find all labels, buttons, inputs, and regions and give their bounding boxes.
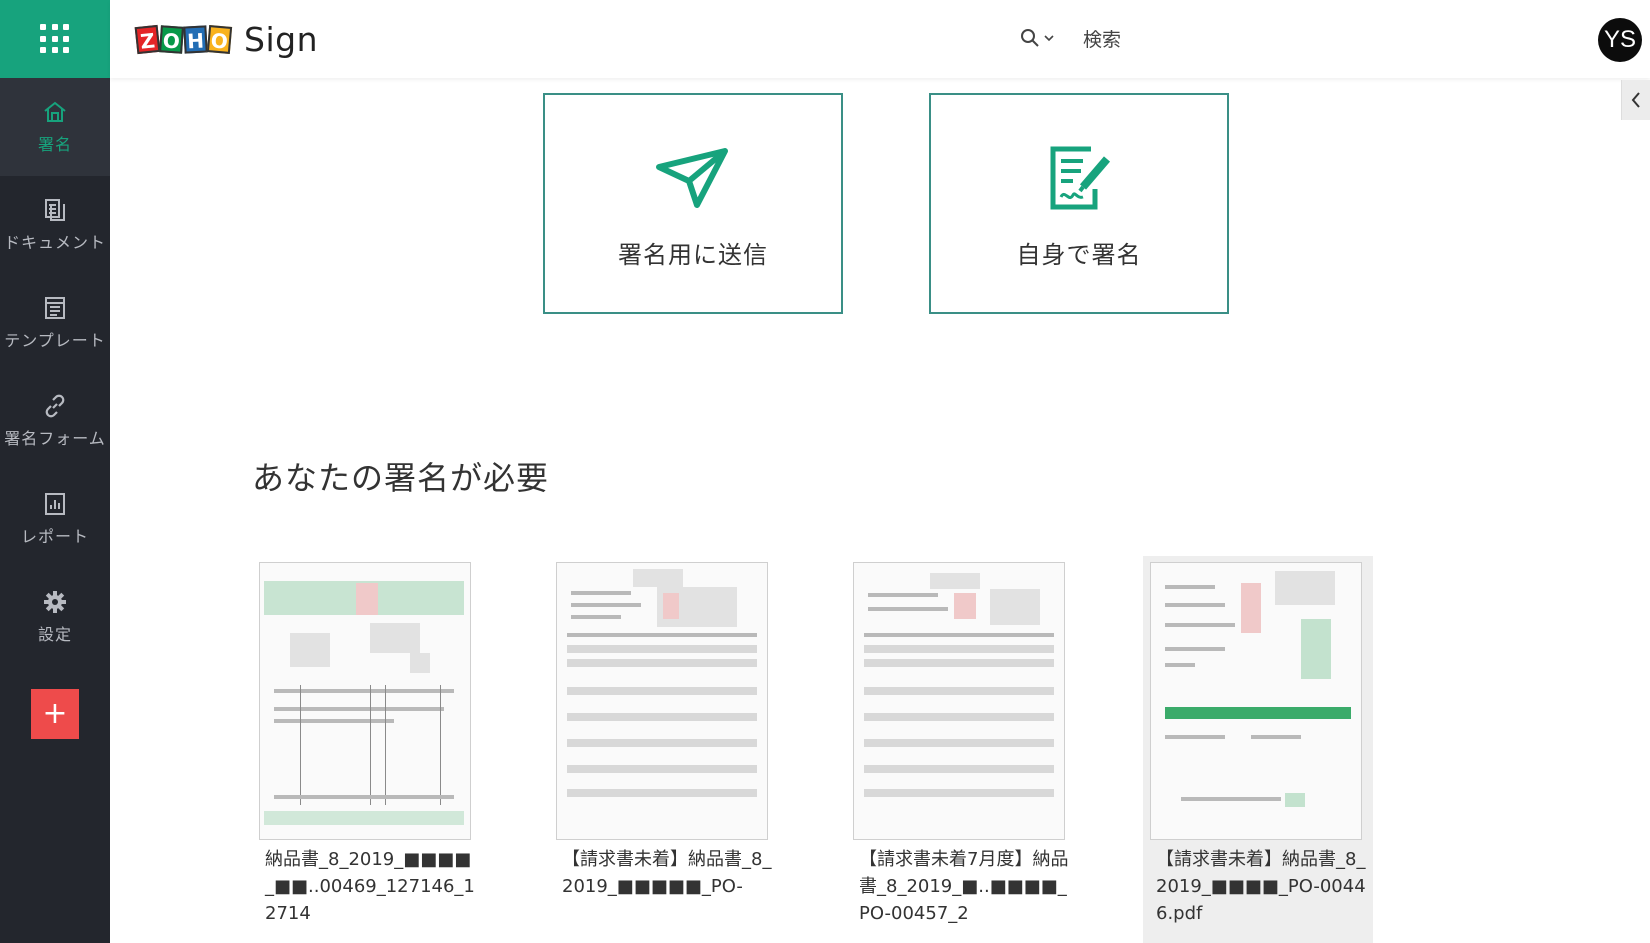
template-icon [45, 297, 65, 319]
sidebar-item-label: 署名 [37, 135, 72, 154]
apps-grid-icon [40, 24, 70, 54]
link-icon [45, 394, 65, 418]
search-input[interactable]: 検索 [1083, 25, 1121, 52]
document-name: 【請求書未着7月度】納品書_8_2019_■..■■■■_PO-00457_2 [859, 849, 1069, 924]
document-name: 【請求書未着】納品書_8_2019_■■■■■_PO- [562, 849, 772, 897]
document-thumbnail [259, 562, 471, 840]
top-header: Z O H O Sign 検索 YS [110, 0, 1650, 78]
app-name: Sign [244, 20, 318, 59]
section-title: あなたの署名が必要 [252, 459, 550, 497]
sidebar-item-documents[interactable]: ドキュメント [0, 176, 110, 274]
document-thumbnail [556, 562, 768, 840]
sidebar-item-label: レポート [20, 527, 89, 546]
send-for-signature-label: 署名用に送信 [618, 241, 768, 269]
chevron-left-icon [1631, 92, 1640, 108]
search-bar[interactable]: 検索 [1020, 22, 1121, 54]
home-icon [44, 101, 66, 122]
sidebar-item-reports[interactable]: レポート [0, 470, 110, 568]
send-for-signature-card[interactable]: 署名用に送信 [543, 93, 843, 314]
document-thumbnail [853, 562, 1065, 840]
sidebar-item-label: ドキュメント [3, 233, 106, 252]
search-icon[interactable] [1020, 28, 1040, 48]
gear-icon [44, 591, 66, 613]
documents-icon [45, 199, 65, 221]
paper-plane-icon [656, 148, 728, 208]
sidebar-item-sign[interactable]: 署名 [0, 78, 110, 176]
sidebar-item-sign-forms[interactable]: 署名フォーム [0, 372, 110, 470]
add-button[interactable]: + [31, 689, 79, 739]
document-name: 【請求書未着】納品書_8_2019_■■■■_PO-00446.pdf [1156, 849, 1366, 924]
report-icon [45, 493, 65, 515]
chevron-down-icon[interactable] [1040, 32, 1055, 44]
zoho-logo: Z O H O [134, 24, 233, 55]
sign-yourself-card[interactable]: 自身で署名 [929, 93, 1229, 314]
document-card[interactable]: 【請求書未着7月度】納品書_8_2019_■..■■■■_PO-00457_2 [846, 556, 1076, 943]
sidebar-item-settings[interactable]: 設定 [0, 568, 110, 666]
sidebar-item-label: 署名フォーム [4, 429, 106, 448]
document-name: 納品書_8_2019_■■■■_■■..00469_127146_12714 [265, 849, 475, 924]
sign-document-icon [1050, 146, 1111, 210]
panel-collapse-button[interactable] [1621, 80, 1650, 120]
sign-yourself-label: 自身で署名 [1016, 241, 1142, 269]
sidebar-item-label: テンプレート [4, 331, 106, 350]
document-card[interactable]: 【請求書未着】納品書_8_2019_■■■■■_PO- [549, 556, 779, 943]
document-thumbnail [1150, 562, 1362, 840]
avatar[interactable]: YS [1598, 18, 1642, 62]
sidebar-item-templates[interactable]: テンプレート [0, 274, 110, 372]
apps-menu-button[interactable] [0, 0, 110, 78]
sidebar-item-label: 設定 [37, 625, 72, 644]
zoho-sign-logo[interactable]: Z O H O Sign [134, 20, 318, 59]
document-card[interactable]: 納品書_8_2019_■■■■_■■..00469_127146_12714 [252, 556, 482, 943]
sidebar: 署名 ドキュメント テンプレート 署名フォーム レポート 設定 + [0, 0, 110, 943]
document-card[interactable]: 【請求書未着】納品書_8_2019_■■■■_PO-00446.pdf [1143, 556, 1373, 943]
